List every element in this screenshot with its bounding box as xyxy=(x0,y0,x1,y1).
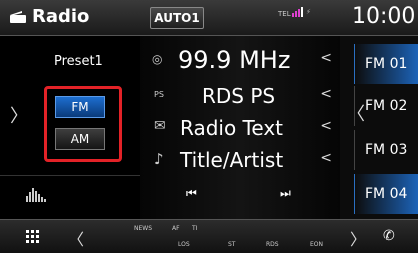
frequency-value: 99.9 MHz xyxy=(178,46,291,74)
source-title[interactable]: Radio xyxy=(32,6,89,27)
band-fm-button[interactable]: FM xyxy=(55,96,105,118)
st-indicator: ST xyxy=(228,241,236,248)
grid-menu-icon[interactable] xyxy=(26,230,40,244)
left-panel: Preset1 〉 FM AM xyxy=(0,36,148,219)
rds-indicator: RDS xyxy=(266,241,279,248)
rds-ps-value: RDS PS xyxy=(202,84,276,108)
info-panel: ◎ 99.9 MHz < PS RDS PS < ✉ Radio Text < … xyxy=(140,36,340,219)
chevron-left-icon[interactable]: < xyxy=(320,150,332,166)
radio-source-icon[interactable] xyxy=(8,10,28,24)
preset-item[interactable]: FM 04 xyxy=(354,174,418,214)
bottom-bar: 〈 NEWS AF TI LOS ST RDS EON 〉 ✆ xyxy=(0,219,418,253)
radio-text-value: Radio Text xyxy=(180,116,284,140)
tel-label: TEL xyxy=(278,10,291,18)
music-note-icon: ♪ xyxy=(154,150,164,168)
top-bar: Radio AUTO1 TEL ⚡ 10:00 xyxy=(0,0,418,36)
clock: 10:00 xyxy=(352,4,416,29)
los-indicator: LOS xyxy=(178,241,190,248)
equalizer-icon[interactable] xyxy=(26,186,48,202)
preset-list-arrow-icon[interactable]: 〈 xyxy=(347,100,365,126)
eon-indicator: EON xyxy=(310,241,324,248)
signal-icon xyxy=(292,7,303,17)
preset-item[interactable]: FM 03 xyxy=(354,130,418,170)
chevron-left-icon[interactable]: < xyxy=(320,118,332,134)
chevron-left-icon[interactable]: < xyxy=(320,86,332,102)
preset-item[interactable]: FM 01 xyxy=(354,44,418,84)
frequency-icon: ◎ xyxy=(152,52,163,66)
auto-mode-button[interactable]: AUTO1 xyxy=(150,7,204,29)
band-am-button[interactable]: AM xyxy=(55,128,105,150)
preset-list: FM 01 FM 02 FM 03 FM 04 xyxy=(340,36,418,219)
left-panel-arrow-icon[interactable]: 〉 xyxy=(10,102,28,128)
divider xyxy=(0,175,148,176)
title-artist-value: Title/Artist xyxy=(180,148,284,172)
bluetooth-icon: ⚡ xyxy=(306,8,311,16)
radio-screen: Radio AUTO1 TEL ⚡ 10:00 Preset1 〉 FM AM xyxy=(0,0,418,253)
ps-tag: PS xyxy=(154,90,164,99)
news-indicator: NEWS xyxy=(134,225,153,232)
seek-next-icon[interactable]: ⏭ xyxy=(280,186,291,201)
preset-label: Preset1 xyxy=(54,54,103,69)
ti-indicator: TI xyxy=(192,225,198,232)
radio-text-icon: ✉ xyxy=(154,118,166,134)
chevron-left-icon[interactable]: < xyxy=(320,50,332,66)
af-indicator: AF xyxy=(172,225,180,232)
bottom-left-arrow-icon[interactable]: 〈 xyxy=(68,226,84,250)
seek-prev-icon[interactable]: ⏮ xyxy=(186,186,197,201)
bottom-right-arrow-icon[interactable]: 〉 xyxy=(350,226,366,250)
phone-icon[interactable]: ✆ xyxy=(383,228,395,244)
